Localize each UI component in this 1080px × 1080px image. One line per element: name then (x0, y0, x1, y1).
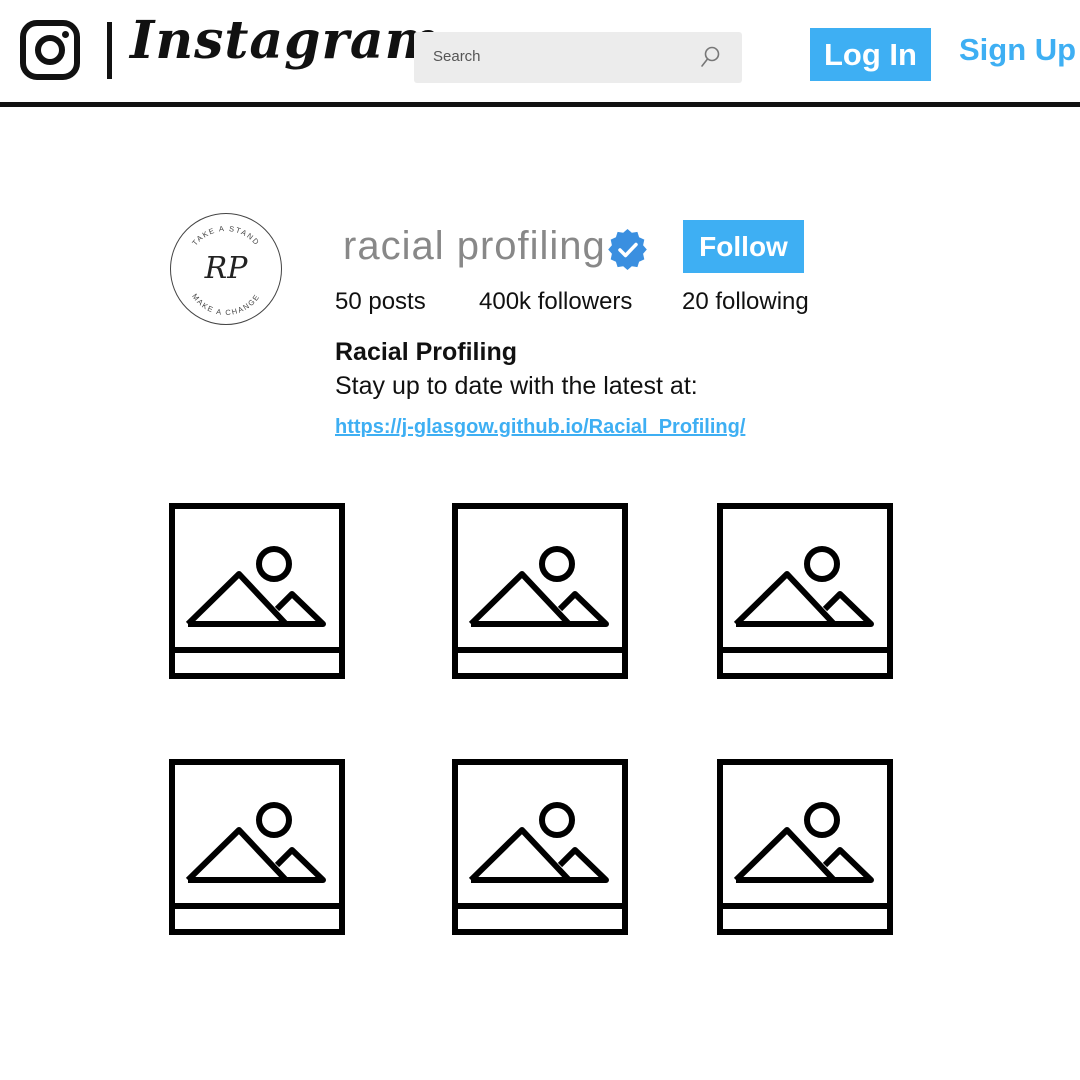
login-button[interactable]: Log In (810, 28, 931, 81)
image-placeholder-icon (452, 759, 628, 935)
post-thumbnail[interactable] (452, 503, 628, 679)
post-thumbnail[interactable] (717, 759, 893, 935)
instagram-wordmark[interactable]: Instagram (130, 10, 441, 71)
svg-text:TAKE A STAND: TAKE A STAND (190, 223, 261, 247)
image-placeholder-icon (169, 503, 345, 679)
profile-avatar[interactable]: TAKE A STAND MAKE A CHANGE RP (170, 213, 282, 325)
profile-display-name: Racial Profiling (335, 338, 517, 366)
profile-username: racial profiling (343, 224, 606, 268)
post-thumbnail[interactable] (717, 503, 893, 679)
header-divider (0, 102, 1080, 107)
profile-website-link[interactable]: https://j-glasgow.github.io/Racial_Profi… (335, 416, 745, 439)
profile-bio: Stay up to date with the latest at: (335, 372, 698, 400)
posts-count: 50 posts (335, 288, 426, 315)
avatar-top-text: TAKE A STAND (190, 223, 260, 247)
signup-link[interactable]: Sign Up (959, 32, 1076, 68)
avatar-monogram: RP (203, 251, 248, 286)
following-count[interactable]: 20 following (682, 288, 809, 316)
search-input[interactable]: Search (414, 32, 742, 83)
image-placeholder-icon (717, 759, 893, 935)
followers-count[interactable]: 400k followers (479, 288, 632, 316)
post-thumbnail[interactable] (452, 759, 628, 935)
avatar-bottom-text: MAKE A CHANGE (190, 291, 260, 316)
image-placeholder-icon (452, 503, 628, 679)
search-placeholder: Search (433, 48, 481, 65)
image-placeholder-icon (717, 503, 893, 679)
post-thumbnail[interactable] (169, 503, 345, 679)
instagram-camera-icon[interactable] (20, 20, 80, 80)
image-placeholder-icon (169, 759, 345, 935)
verified-badge-icon (607, 229, 648, 270)
top-nav-bar: Instagram Search Log In Sign Up (0, 0, 1080, 108)
post-thumbnail[interactable] (169, 759, 345, 935)
search-icon[interactable] (700, 45, 722, 69)
follow-button[interactable]: Follow (683, 220, 804, 273)
svg-text:MAKE A CHANGE: MAKE A CHANGE (190, 291, 262, 316)
logo-divider (107, 22, 112, 79)
